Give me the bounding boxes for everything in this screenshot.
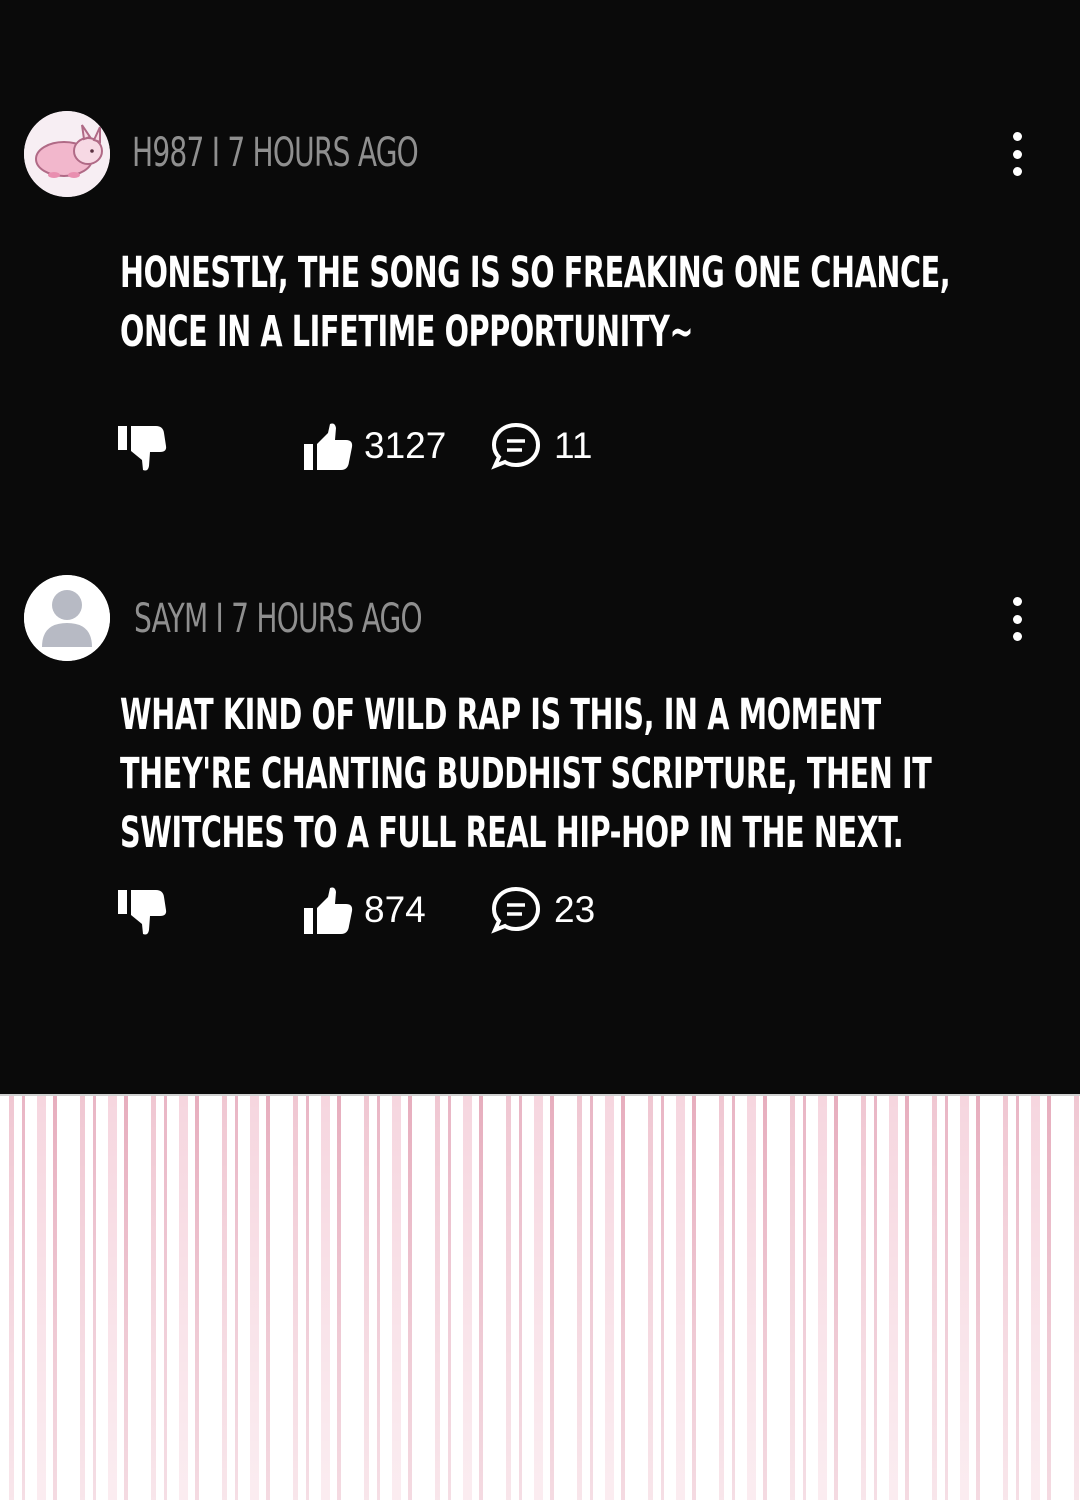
comment-meta: H987 I 7 HOURS AGO [132, 130, 419, 176]
comment-meta: SAYM I 7 HOURS AGO [134, 596, 423, 642]
reply-count: 23 [554, 889, 596, 930]
thumbs-up-icon[interactable] [300, 884, 354, 938]
comment-actions: 874 23 [0, 884, 1080, 944]
chat-bubble-icon[interactable] [490, 884, 542, 938]
thumbs-down-icon[interactable] [116, 420, 170, 474]
pink-rabbit-avatar[interactable] [24, 111, 110, 197]
comment-text: HONESTLY, THE SONG IS SO FREAKING ONE CH… [120, 248, 951, 357]
chat-bubble-icon[interactable] [490, 420, 542, 474]
comment-actions: 3127 11 [0, 420, 1080, 480]
reply-count: 11 [554, 425, 593, 466]
more-vertical-icon[interactable] [1004, 132, 1030, 176]
like-count: 874 [364, 889, 426, 930]
like-count: 3127 [364, 425, 447, 466]
default-user-avatar[interactable] [24, 575, 110, 661]
comments-panel: H987 I 7 HOURS AGO HONESTLY, THE SONG IS… [0, 0, 1080, 1096]
more-vertical-icon[interactable] [1004, 597, 1030, 641]
pink-stripe-artwork [0, 1096, 1080, 1500]
comment-text: WHAT KIND OF WILD RAP IS THIS, IN A MOME… [120, 690, 932, 858]
thumbs-up-icon[interactable] [300, 420, 354, 474]
thumbs-down-icon[interactable] [116, 884, 170, 938]
